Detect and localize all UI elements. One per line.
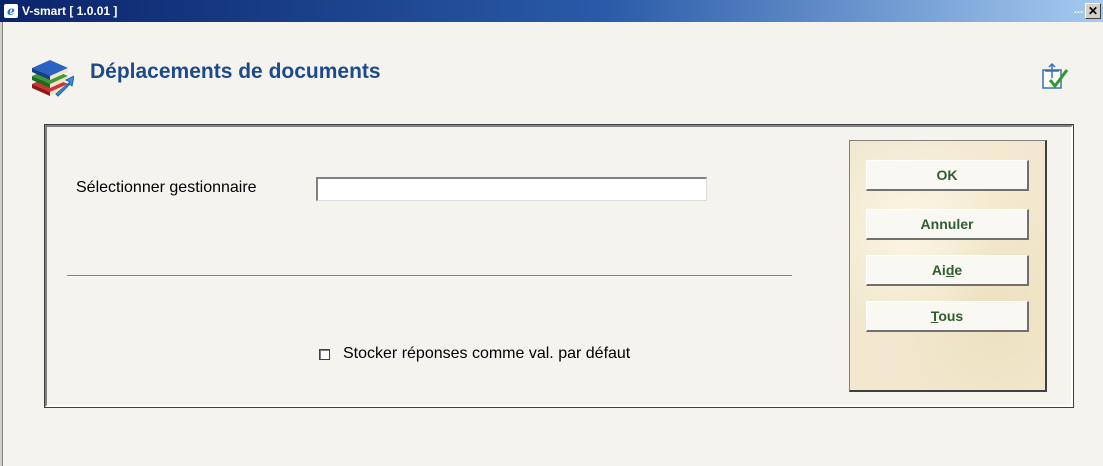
window-title-bar: e V-smart [ 1.0.01 ] ... ✕ <box>0 0 1103 22</box>
select-check-icon[interactable] <box>1040 62 1070 92</box>
store-defaults-label[interactable]: Stocker réponses comme val. par défaut <box>343 345 630 363</box>
button-panel: OK Annuler Aide Tous <box>849 140 1047 392</box>
divider <box>67 275 792 277</box>
page-title: Déplacements de documents <box>90 60 381 83</box>
form-panel: Sélectionner gestionnaire Stocker répons… <box>44 124 1074 408</box>
all-button[interactable]: Tous <box>866 301 1029 332</box>
ok-button-label: OK <box>936 167 958 183</box>
help-button[interactable]: Aide <box>866 255 1029 286</box>
manager-input[interactable] <box>316 177 707 201</box>
cancel-button-label: Annuler <box>920 216 974 232</box>
ok-button[interactable]: OK <box>866 160 1029 191</box>
cancel-button[interactable]: Annuler <box>866 209 1029 240</box>
books-icon <box>32 60 74 97</box>
close-button[interactable]: ✕ <box>1085 3 1101 19</box>
window-title: V-smart [ 1.0.01 ] <box>22 4 118 18</box>
all-button-label: Tous <box>930 308 964 324</box>
window-left-border <box>0 22 3 466</box>
manager-label: Sélectionner gestionnaire <box>76 179 257 196</box>
ie-e-icon: e <box>4 4 18 18</box>
help-button-label: Aide <box>931 262 963 278</box>
store-defaults-row[interactable]: Stocker réponses comme val. par défaut <box>319 345 630 363</box>
store-defaults-checkbox[interactable] <box>319 348 330 360</box>
overflow-indicator: ... <box>1073 4 1083 16</box>
